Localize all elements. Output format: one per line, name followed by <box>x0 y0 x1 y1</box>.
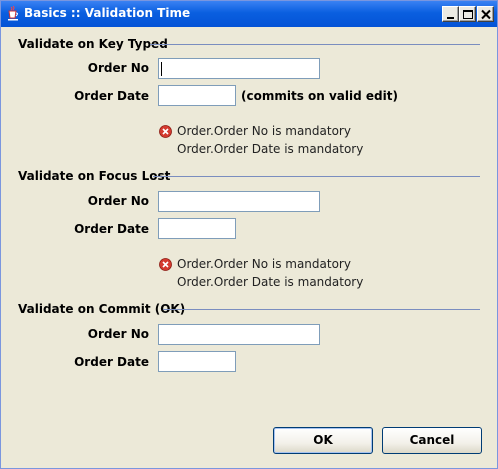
order-date-label: Order Date <box>74 89 149 103</box>
section-commit-title: Validate on Commit (OK) <box>18 302 186 316</box>
commit-order-date-input[interactable] <box>158 351 236 372</box>
ok-button[interactable]: OK <box>273 427 373 454</box>
focus-lost-order-date-input[interactable] <box>158 218 236 239</box>
section-separator <box>163 309 480 310</box>
minimize-button[interactable] <box>442 6 459 22</box>
commit-order-no-input[interactable] <box>158 324 320 345</box>
order-date-label: Order Date <box>74 355 149 369</box>
key-typed-order-date-input[interactable] <box>158 85 236 106</box>
section-key-typed-title: Validate on Key Typed <box>18 37 168 51</box>
order-date-label: Order Date <box>74 222 149 236</box>
error-icon <box>159 258 172 271</box>
key-typed-order-no-input[interactable] <box>158 58 320 79</box>
window-title: Basics :: Validation Time <box>24 6 191 20</box>
error-message: Order.Order Date is mandatory <box>177 142 364 156</box>
focus-lost-order-no-input[interactable] <box>158 191 320 212</box>
java-cup-icon[interactable] <box>6 5 20 21</box>
section-separator <box>150 44 480 45</box>
section-separator <box>153 176 480 177</box>
section-focus-lost-title: Validate on Focus Lost <box>18 169 171 183</box>
minimize-icon <box>447 17 454 19</box>
dialog-window: Basics :: Validation Time Validate on Ke… <box>0 0 498 469</box>
maximize-button[interactable] <box>459 6 476 22</box>
close-button[interactable] <box>477 6 494 22</box>
order-no-label: Order No <box>87 61 149 75</box>
title-bar[interactable]: Basics :: Validation Time <box>1 1 497 27</box>
text-caret <box>161 62 162 76</box>
error-message: Order.Order No is mandatory <box>177 124 351 138</box>
commit-hint: (commits on valid edit) <box>241 89 398 103</box>
cancel-button[interactable]: Cancel <box>382 427 482 454</box>
order-no-label: Order No <box>87 194 149 208</box>
error-message: Order.Order No is mandatory <box>177 257 351 271</box>
maximize-icon <box>463 10 473 19</box>
order-no-label: Order No <box>87 327 149 341</box>
close-icon <box>481 9 491 20</box>
error-message: Order.Order Date is mandatory <box>177 275 364 289</box>
error-icon <box>159 125 172 138</box>
